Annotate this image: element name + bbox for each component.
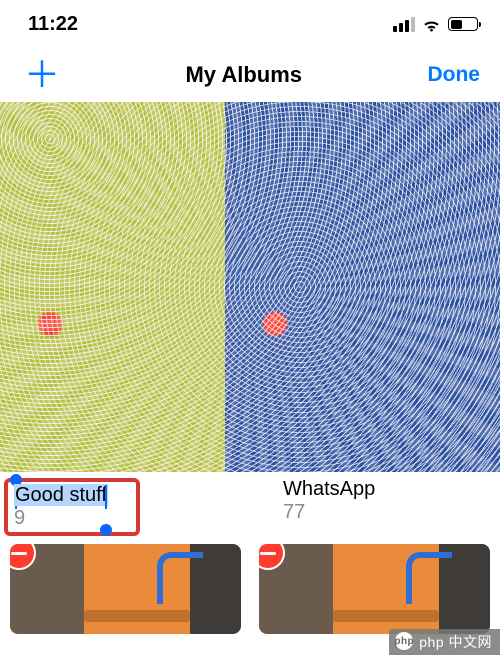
album-thumbnail-row: [0, 536, 500, 634]
album-thumbnail-row[interactable]: [0, 102, 500, 472]
delete-album-button[interactable]: [259, 544, 285, 570]
album-thumbnail[interactable]: [10, 544, 241, 634]
album-label-cell: Good stuff 9: [10, 478, 255, 536]
album-name[interactable]: WhatsApp: [283, 478, 500, 501]
album-name-input[interactable]: Good stuff: [14, 484, 108, 506]
album-count: 77: [283, 501, 500, 524]
delete-album-button[interactable]: [10, 544, 36, 570]
album-name-edit-highlight: Good stuff 9: [4, 478, 140, 536]
battery-icon: [448, 17, 478, 31]
album-count: 9: [14, 507, 108, 530]
minus-icon: [260, 552, 276, 555]
status-time: 11:22: [28, 13, 78, 36]
wifi-icon: [421, 17, 442, 32]
selection-caret-end: [105, 485, 107, 509]
nav-bar: ＋ My Albums Done: [0, 48, 500, 102]
status-bar: 11:22: [0, 0, 500, 48]
add-album-button[interactable]: ＋: [24, 57, 60, 93]
selection-handle-end-icon[interactable]: [100, 524, 112, 536]
album-thumbnail[interactable]: [259, 544, 490, 634]
page-title: My Albums: [185, 62, 302, 88]
watermark: php php 中文网: [389, 629, 500, 655]
minus-icon: [11, 552, 27, 555]
done-button[interactable]: Done: [427, 63, 480, 87]
album-labels-row: Good stuff 9 WhatsApp 77: [0, 472, 500, 536]
watermark-text: php 中文网: [419, 632, 492, 652]
albums-grid: Good stuff 9 WhatsApp 77: [0, 102, 500, 634]
status-indicators: [393, 17, 478, 32]
album-label-cell: WhatsApp 77: [255, 478, 500, 536]
cellular-signal-icon: [393, 17, 415, 32]
watermark-logo-icon: php: [395, 632, 413, 650]
